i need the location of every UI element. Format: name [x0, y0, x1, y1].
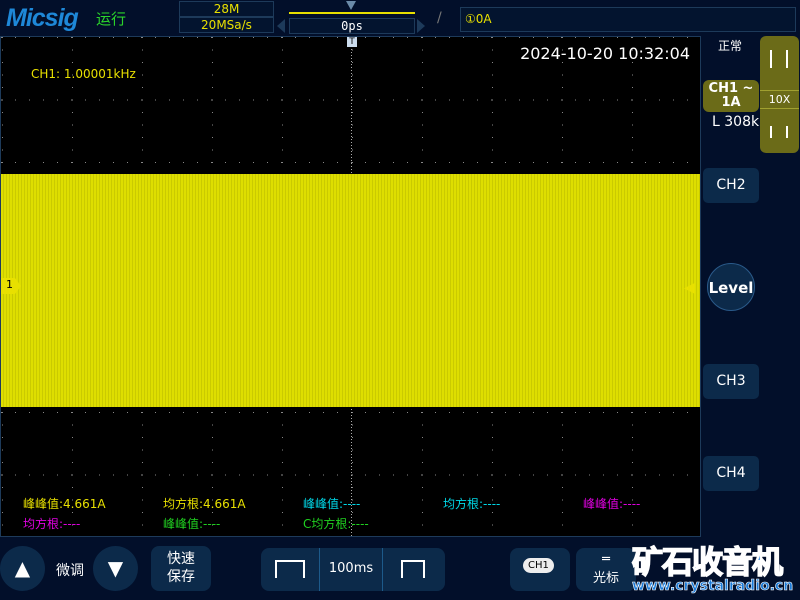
trigger-t-marker[interactable]: T	[347, 37, 357, 47]
waveform-display[interactable]: T 2024-10-20 10:32:04 CH1: 1.00001kHz 1 …	[0, 36, 701, 537]
pulse-icon	[770, 50, 788, 68]
zoom-out-time-icon[interactable]	[401, 560, 425, 578]
acquisition-mode[interactable]: 正常	[718, 37, 742, 54]
watermark-logo: 矿石收音机	[631, 544, 784, 582]
measurement-item: 峰峰值:4.661A	[23, 497, 106, 511]
ch1-stack-icon: CH1	[523, 558, 554, 573]
run-state[interactable]: 运行	[96, 8, 126, 29]
ch4-button[interactable]: CH4	[703, 456, 759, 491]
ch1-waveform	[1, 174, 700, 407]
measurement-item: 均方根:----	[23, 517, 81, 531]
probe-ratio[interactable]: 10X	[760, 90, 799, 109]
zoom-in-time-icon[interactable]	[275, 560, 305, 578]
channel-select-button[interactable]: CH1	[510, 548, 570, 591]
scroll-left-icon[interactable]	[277, 19, 285, 33]
memory-depth[interactable]: 28M	[179, 1, 274, 17]
frequency-readout: CH1: 1.00001kHz	[31, 67, 136, 81]
trigger-position-marker[interactable]	[346, 1, 356, 10]
measurement-item: 峰峰值:----	[303, 497, 361, 511]
measurement-item: C均方根:----	[303, 517, 369, 531]
ch2-button[interactable]: CH2	[703, 168, 759, 203]
measurement-item: 均方根:4.661A	[163, 497, 246, 511]
trigger-position[interactable]: 0ps	[289, 18, 415, 34]
ch1-label: CH1 ~	[708, 81, 754, 96]
fine-label: 微调	[56, 563, 84, 579]
quick-save-button[interactable]: 快速 保存	[151, 546, 211, 591]
pulse-small-icon	[770, 126, 788, 138]
probe-panel[interactable]: 10X	[760, 36, 799, 153]
fine-up-button[interactable]: ▲	[0, 546, 45, 591]
measurement-item: 峰峰值:----	[583, 497, 641, 511]
trigger-info[interactable]: ①0A	[460, 7, 796, 32]
fine-down-button[interactable]: ▼	[93, 546, 138, 591]
scroll-right-icon[interactable]	[417, 19, 425, 33]
measurement-item: 均方根:----	[443, 497, 501, 511]
record-length: L 308k	[712, 114, 760, 130]
timebase-value: 100ms	[328, 561, 374, 576]
sample-rate[interactable]: 20MSa/s	[179, 17, 274, 33]
datetime: 2024-10-20 10:32:04	[520, 44, 690, 63]
watermark-url: www.crystalradio.cn	[632, 578, 794, 595]
micsig-logo: Micsig	[6, 4, 79, 32]
rising-edge-icon[interactable]: /	[437, 10, 442, 26]
ch3-button[interactable]: CH3	[703, 364, 759, 399]
trigger-level-marker[interactable]: ◀	[684, 280, 695, 296]
ch1-scale: 1A	[721, 95, 741, 110]
cursor-button[interactable]: ═ 光标	[576, 548, 636, 591]
level-knob[interactable]: Level	[707, 263, 755, 311]
measurement-item: 峰峰值:----	[163, 517, 221, 531]
cursor-label: 光标	[592, 571, 619, 586]
memory-window-bar	[289, 12, 415, 14]
timebase-control[interactable]: 100ms	[261, 548, 445, 591]
ch1-button[interactable]: CH1 ~ 1A	[703, 80, 759, 112]
